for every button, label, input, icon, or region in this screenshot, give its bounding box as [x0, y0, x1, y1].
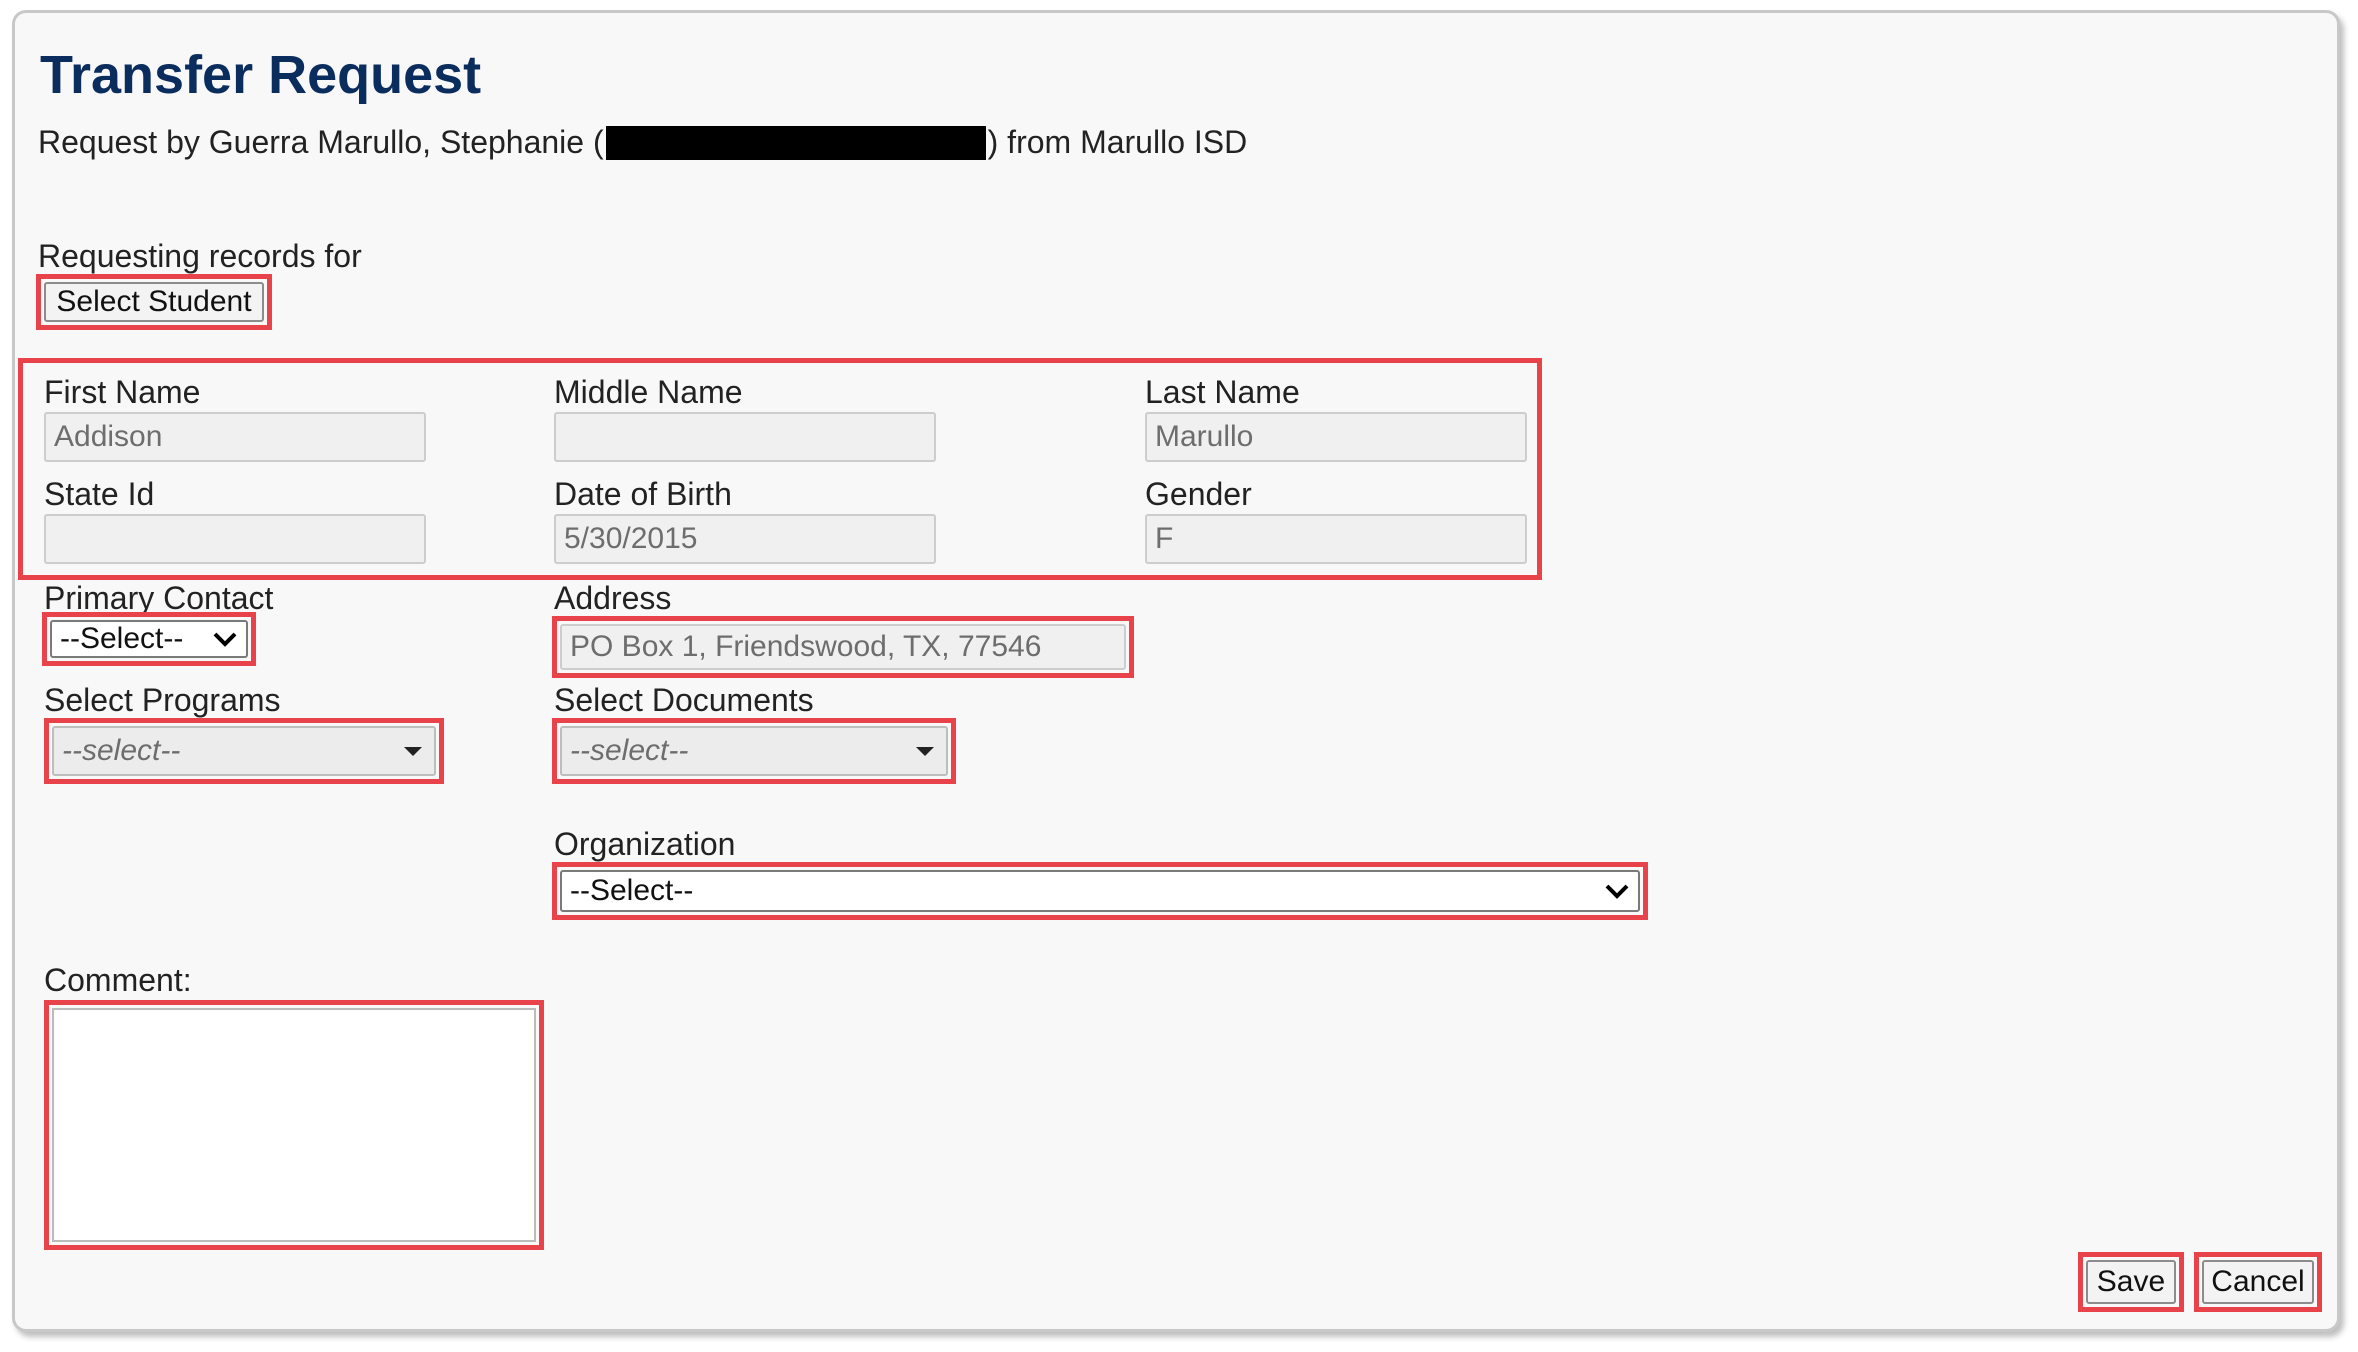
address-field[interactable]: PO Box 1, Friendswood, TX, 77546 [560, 624, 1126, 670]
comment-label: Comment: [44, 962, 192, 998]
gender-label: Gender [1145, 476, 1252, 512]
last-name-field[interactable]: Marullo [1145, 412, 1527, 462]
triangle-down-icon [404, 747, 422, 756]
select-documents-dropdown[interactable]: --select-- [560, 726, 948, 776]
select-student-button[interactable]: Select Student [44, 282, 264, 322]
middle-name-label: Middle Name [554, 374, 743, 410]
first-name-label: First Name [44, 374, 201, 410]
save-button[interactable]: Save [2086, 1260, 2176, 1304]
chevron-down-icon [213, 632, 237, 647]
state-id-field[interactable] [44, 514, 426, 564]
page-title: Transfer Request [40, 45, 482, 105]
comment-textarea[interactable] [52, 1008, 536, 1242]
dob-label: Date of Birth [554, 476, 732, 512]
select-documents-value: --select-- [570, 734, 689, 767]
triangle-down-icon [916, 747, 934, 756]
last-name-label: Last Name [1145, 374, 1300, 410]
primary-contact-select[interactable]: --Select-- [50, 620, 248, 658]
request-by-prefix: Request by Guerra Marullo, Stephanie ( [38, 124, 604, 160]
select-programs-label: Select Programs [44, 682, 281, 718]
gender-field[interactable]: F [1145, 514, 1527, 564]
select-programs-dropdown[interactable]: --select-- [52, 726, 436, 776]
organization-label: Organization [554, 826, 736, 862]
dob-field[interactable]: 5/30/2015 [554, 514, 936, 564]
redacted-block [605, 125, 986, 160]
organization-select[interactable]: --Select-- [560, 870, 1640, 912]
address-label: Address [554, 580, 672, 616]
middle-name-field[interactable] [554, 412, 936, 462]
primary-contact-value: --Select-- [60, 622, 184, 655]
request-by-line: Request by Guerra Marullo, Stephanie ( )… [38, 124, 1247, 161]
select-documents-label: Select Documents [554, 682, 814, 718]
request-by-suffix: ) from Marullo ISD [987, 124, 1248, 160]
cancel-button[interactable]: Cancel [2202, 1260, 2314, 1304]
select-programs-value: --select-- [62, 734, 181, 767]
organization-value: --Select-- [570, 874, 694, 907]
state-id-label: State Id [44, 476, 155, 512]
chevron-down-icon [1605, 884, 1629, 899]
requesting-records-label: Requesting records for [38, 238, 362, 274]
first-name-field[interactable]: Addison [44, 412, 426, 462]
